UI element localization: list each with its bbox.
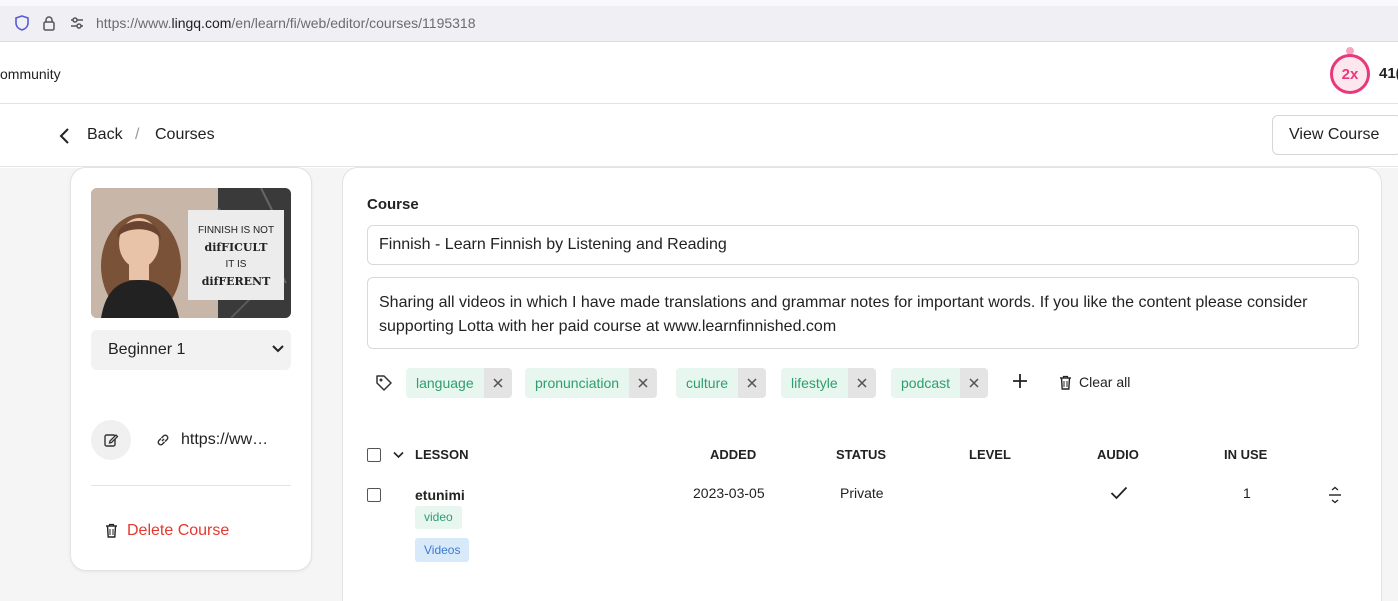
plus-icon[interactable] xyxy=(1012,373,1028,389)
row-menu-icon[interactable] xyxy=(1328,486,1342,504)
lesson-status: Private xyxy=(840,485,884,501)
level-value: Beginner 1 xyxy=(108,341,186,358)
row-checkbox[interactable] xyxy=(367,488,381,502)
url-host: lingq.com xyxy=(171,15,232,31)
cover-line-1: FINNISH IS NOT xyxy=(197,225,275,236)
url-prefix: https://www. xyxy=(96,15,172,31)
shield-icon[interactable] xyxy=(13,14,31,32)
breadcrumb-courses[interactable]: Courses xyxy=(155,126,215,144)
column-header-level[interactable]: LEVEL xyxy=(969,447,1011,462)
tag-label[interactable]: language xyxy=(406,368,484,398)
cover-caption: FINNISH IS NOT difFICULT IT IS difFERENT xyxy=(188,210,284,300)
remove-tag-button[interactable] xyxy=(738,368,767,398)
close-icon xyxy=(493,378,503,388)
column-header-in-use[interactable]: IN USE xyxy=(1224,447,1267,462)
column-header-audio[interactable]: AUDIO xyxy=(1097,447,1139,462)
chevron-down-icon xyxy=(272,345,284,353)
tag-lifestyle: lifestyle xyxy=(781,368,876,398)
cover-line-4: difFERENT xyxy=(201,275,271,288)
close-icon xyxy=(857,378,867,388)
course-section-label: Course xyxy=(367,196,419,213)
remove-tag-button[interactable] xyxy=(847,368,876,398)
header-count[interactable]: 41( xyxy=(1379,65,1398,82)
site-permissions-icon[interactable] xyxy=(68,14,86,32)
app-header: ommunity xyxy=(0,43,1398,104)
edit-icon xyxy=(104,434,119,447)
column-header-added[interactable]: ADDED xyxy=(710,447,756,462)
level-select[interactable]: Beginner 1 xyxy=(91,330,291,370)
browser-toolbar: https://www.lingq.com/en/learn/fi/web/ed… xyxy=(0,0,1398,42)
course-editor-panel: Course Sharing all videos in which I hav… xyxy=(342,167,1382,601)
cover-line-2: difFICULT xyxy=(204,241,268,254)
tab-strip xyxy=(0,0,1398,6)
trash-icon[interactable] xyxy=(105,523,118,538)
course-title-input[interactable] xyxy=(367,225,1359,265)
close-icon xyxy=(969,378,979,388)
select-all-checkbox[interactable] xyxy=(367,448,381,462)
url-path: /en/learn/fi/web/editor/courses/1195318 xyxy=(231,15,476,31)
column-header-status[interactable]: STATUS xyxy=(836,447,886,462)
divider xyxy=(91,485,291,486)
tag-label[interactable]: podcast xyxy=(891,368,961,398)
lock-icon[interactable] xyxy=(40,14,58,32)
course-sidebar-card: FINNISH IS NOT difFICULT IT IS difFERENT… xyxy=(70,167,312,571)
streak-badge[interactable]: 2x xyxy=(1330,54,1370,94)
view-course-button[interactable]: View Course xyxy=(1272,115,1398,155)
tag-pronunciation: pronunciation xyxy=(525,368,658,398)
remove-tag-button[interactable] xyxy=(629,368,658,398)
course-cover-image[interactable]: FINNISH IS NOT difFICULT IT IS difFERENT xyxy=(91,188,291,318)
tag-label[interactable]: lifestyle xyxy=(781,368,848,398)
tag-language: language xyxy=(406,368,512,398)
url-text[interactable]: https://www.lingq.com/en/learn/fi/web/ed… xyxy=(96,15,476,31)
tag-label[interactable]: culture xyxy=(676,368,739,398)
lesson-added-date: 2023-03-05 xyxy=(693,485,765,501)
course-link[interactable]: https://www.lingq.com xyxy=(181,431,277,449)
chevron-left-icon[interactable] xyxy=(58,127,72,145)
column-header-lesson[interactable]: LESSON xyxy=(415,447,468,462)
chevron-down-icon[interactable] xyxy=(393,451,404,459)
back-link[interactable]: Back xyxy=(87,126,123,144)
nav-community-link[interactable]: ommunity xyxy=(0,66,61,82)
trash-icon[interactable] xyxy=(1059,375,1072,390)
lesson-in-use: 1 xyxy=(1243,485,1251,501)
tag-culture: culture xyxy=(676,368,767,398)
lesson-shelf-chip: Videos xyxy=(415,538,470,562)
remove-tag-button[interactable] xyxy=(960,368,989,398)
lesson-title[interactable]: etunimi xyxy=(415,487,465,503)
cover-line-3: IT IS xyxy=(225,259,247,270)
clear-all-tags-button[interactable]: Clear all xyxy=(1079,374,1130,390)
check-icon xyxy=(1110,486,1128,500)
lesson-tag-chip: video xyxy=(415,506,462,529)
tag-label[interactable]: pronunciation xyxy=(525,368,630,398)
close-icon xyxy=(638,378,648,388)
course-description-field[interactable]: Sharing all videos in which I have made … xyxy=(367,277,1359,349)
link-icon xyxy=(157,434,169,446)
close-icon xyxy=(747,378,757,388)
delete-course-button[interactable]: Delete Course xyxy=(127,522,229,540)
tag-podcast: podcast xyxy=(891,368,989,398)
breadcrumb: Back / Courses View Course xyxy=(0,105,1398,167)
breadcrumb-separator: / xyxy=(135,126,140,143)
remove-tag-button[interactable] xyxy=(483,368,512,398)
tag-icon xyxy=(376,375,392,391)
edit-link-button[interactable] xyxy=(91,420,131,460)
